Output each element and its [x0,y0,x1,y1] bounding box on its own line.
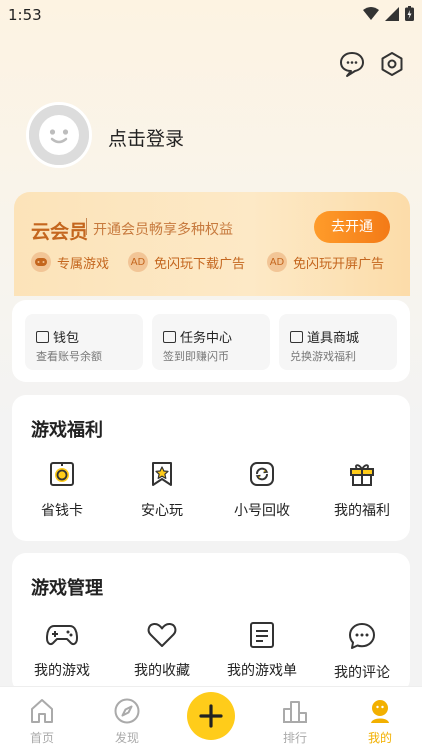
ranking-icon [283,701,307,723]
gift-icon [350,464,374,486]
nav-discover[interactable]: 发现 [97,697,157,746]
section-title: 游戏管理 [31,578,103,599]
item-label: 我的福利 [334,503,390,519]
no-ad-icon: AD [267,252,287,272]
profile-icon [371,700,389,723]
my-game-list-item[interactable]: 我的游戏单 [212,622,312,680]
task-list-icon [163,330,176,343]
item-label: 我的游戏 [34,663,90,679]
settings-hexagon-icon [381,52,403,76]
nav-label: 我的 [367,731,392,745]
chat-bubble-icon [340,52,364,77]
nav-profile[interactable]: 我的 [350,697,410,746]
nav-label: 排行 [282,731,307,745]
home-icon [31,699,53,723]
store-icon [290,330,303,343]
gamepad-icon [46,625,78,646]
bottom-nav: 首页 发现 排行 我的 [0,686,422,750]
status-bar: 1:53 [0,0,422,30]
item-store-item[interactable]: 道具商城 兑换游戏福利 [279,314,397,370]
task-center-item[interactable]: 任务中心 签到即赚闪币 [152,314,270,370]
wifi-icon [363,6,379,20]
wallet-item[interactable]: 钱包 查看账号余额 [25,314,143,370]
comment-icon [349,623,375,649]
vip-perk-no-download-ads: AD 免闪玩下载广告 [128,252,245,272]
no-ad-icon: AD [128,252,148,272]
vip-subtitle: 开通会员畅享多种权益 [93,222,233,238]
avatar[interactable] [26,102,92,168]
item-label: 我的评论 [334,665,390,681]
star-bookmark-icon [152,462,172,486]
item-label: 我的收藏 [134,663,190,679]
wallet-card: 钱包 查看账号余额 任务中心 签到即赚闪币 道具商城 兑换游戏福利 [12,300,410,382]
add-button[interactable] [187,692,235,740]
game-welfare-section: 游戏福利 省钱卡 安心玩 小号回收 我的福利 [12,395,410,541]
account-recycle-item[interactable]: 小号回收 [212,460,312,520]
my-favorites-item[interactable]: 我的收藏 [112,622,212,680]
settings-button[interactable] [378,50,406,78]
nav-home[interactable]: 首页 [12,697,72,746]
nav-label: 发现 [114,731,139,745]
item-label: 省钱卡 [41,503,83,519]
section-title: 游戏福利 [31,420,103,441]
signal-icon [385,6,399,21]
nav-label: 首页 [29,731,54,745]
list-icon [250,622,274,648]
vip-perk-no-splash-ads: AD 免闪玩开屏广告 [267,252,384,272]
wallet-title: 钱包 [53,331,80,346]
item-label: 小号回收 [234,503,290,519]
compass-icon [114,698,140,724]
wallet-icon [36,330,49,343]
open-vip-button[interactable]: 去开通 [314,211,390,243]
smiley-face-icon [29,105,89,165]
game-manage-section: 游戏管理 我的游戏 我的收藏 我的游戏单 我的评论 [12,553,410,693]
task-center-title: 任务中心 [180,331,233,346]
battery-icon [405,6,414,21]
nav-ranking[interactable]: 排行 [265,697,325,746]
heart-icon [147,622,177,647]
message-button[interactable] [338,50,366,78]
item-store-subtitle: 兑换游戏福利 [290,350,356,363]
vip-title: 云会员 [31,221,89,243]
item-label: 我的游戏单 [227,663,297,679]
recycle-icon [250,462,274,486]
status-time: 1:53 [8,6,42,24]
savings-card-item[interactable]: 省钱卡 [12,460,112,520]
login-link[interactable]: 点击登录 [108,124,184,151]
coin-card-icon [50,462,74,486]
task-center-subtitle: 签到即赚闪币 [163,350,229,363]
my-comments-item[interactable]: 我的评论 [312,622,412,682]
item-store-title: 道具商城 [307,331,360,346]
plus-icon [199,704,223,728]
my-games-item[interactable]: 我的游戏 [12,622,112,680]
status-icons [363,6,414,21]
my-welfare-item[interactable]: 我的福利 [312,460,412,520]
vip-perk-label: 免闪玩下载广告 [154,256,246,272]
gamepad-icon [31,252,51,272]
wallet-subtitle: 查看账号余额 [36,350,102,363]
item-label: 安心玩 [141,503,183,519]
safe-play-item[interactable]: 安心玩 [112,460,212,520]
vip-divider [86,218,87,235]
vip-perk-label: 专属游戏 [57,256,110,272]
vip-perk-label: 免闪玩开屏广告 [293,256,385,272]
vip-card[interactable]: 云会员 开通会员畅享多种权益 去开通 专属游戏 AD 免闪玩下载广告 AD 免闪… [14,192,410,296]
vip-perk-exclusive-games: 专属游戏 [31,252,109,272]
